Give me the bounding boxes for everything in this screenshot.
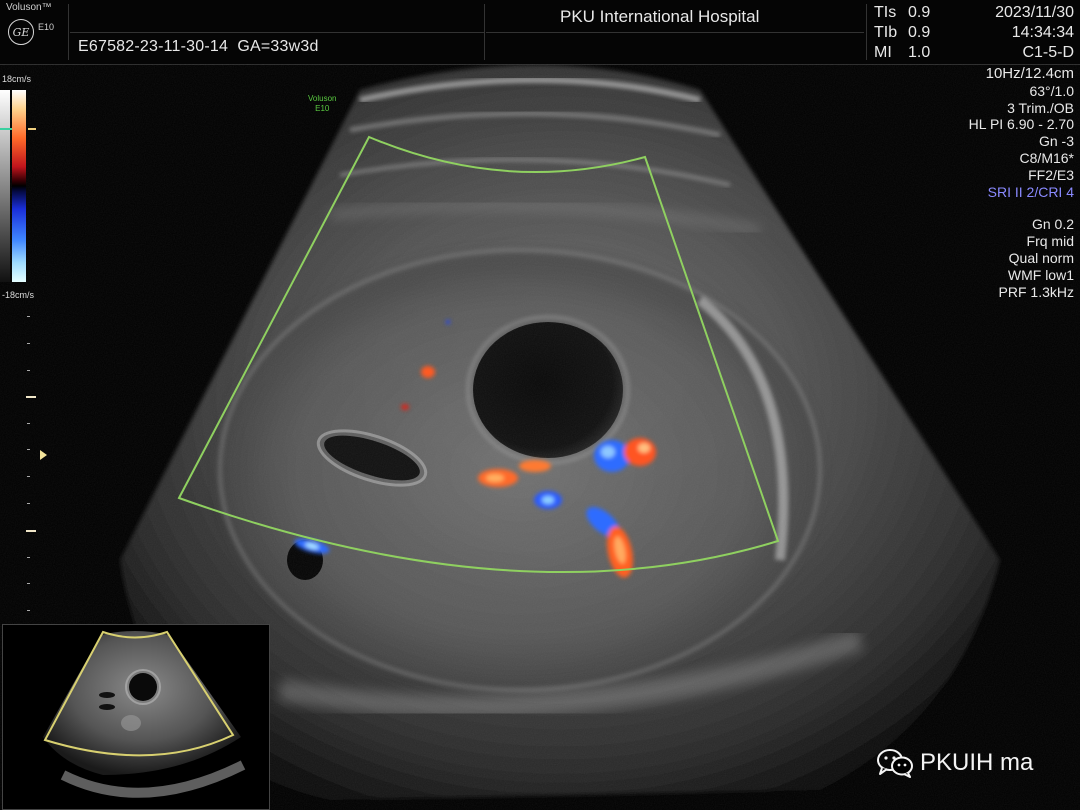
index-tib: TIb 0.9 xyxy=(874,24,930,42)
header-divider xyxy=(68,4,69,60)
param-quality: Qual norm xyxy=(1008,249,1074,266)
depth-tick xyxy=(27,557,30,558)
index-value: 0.9 xyxy=(908,4,931,21)
brand-label: Voluson™ xyxy=(6,2,52,13)
depth-tick xyxy=(27,476,30,477)
index-mi: MI 1.0 xyxy=(874,44,930,62)
model-label: E10 xyxy=(38,22,55,32)
depth-tick-major xyxy=(26,396,36,398)
logo: Voluson™ GE E10 xyxy=(4,2,64,60)
exam-time: 14:34:34 xyxy=(1011,24,1074,41)
param-frequency: Frq mid xyxy=(1026,233,1074,250)
probe-name: C1-5-D xyxy=(1022,44,1074,61)
param-ff: FF2/E3 xyxy=(1028,166,1074,183)
header-divider xyxy=(484,4,485,60)
depth-tick xyxy=(27,343,30,344)
depth-tick xyxy=(27,610,30,611)
depth-tick xyxy=(27,449,30,450)
depth-tick xyxy=(27,503,30,504)
param-preset: 3 Trim./OB xyxy=(1007,99,1074,116)
focus-marker-icon xyxy=(40,450,47,460)
header-divider xyxy=(486,32,864,33)
grayscale-bar xyxy=(0,90,10,282)
colorbar-max-label: 18cm/s xyxy=(2,74,32,84)
index-value: 1.0 xyxy=(908,44,931,61)
depth-tick xyxy=(27,583,30,584)
hospital-name: PKU International Hospital xyxy=(560,7,760,26)
index-tis: TIs 0.9 xyxy=(874,4,930,22)
index-label: TIs xyxy=(874,4,897,21)
depth-tick xyxy=(27,423,30,424)
account-name: PKUIH ma xyxy=(920,749,1034,776)
header-divider xyxy=(866,4,867,60)
reference-thumbnail xyxy=(2,624,270,810)
param-hl-pi: HL PI 6.90 - 2.70 xyxy=(968,116,1074,133)
param-sri: SRI II 2/CRI 4 xyxy=(987,183,1074,200)
param-prf: PRF 1.3kHz xyxy=(998,283,1074,300)
patient-id: E67582-23-11-30-14 xyxy=(78,38,229,55)
header-bar: Voluson™ GE E10 E67582-23-11-30-14 GA=33… xyxy=(0,0,1080,65)
depth-tick xyxy=(27,316,30,317)
colorbar-min-label: -18cm/s xyxy=(2,290,35,300)
gestational-age: GA=33w3d xyxy=(237,38,319,55)
thumbnail-image xyxy=(43,630,246,798)
index-value: 0.9 xyxy=(908,24,931,41)
patient-info: E67582-23-11-30-14 GA=33w3d xyxy=(78,38,319,56)
index-label: MI xyxy=(874,44,892,61)
colorbar-cursor xyxy=(0,128,12,130)
color-velocity-bar xyxy=(12,90,26,282)
exam-date: 2023/11/30 xyxy=(995,4,1074,21)
watermark-line2: E10 xyxy=(315,104,330,113)
param-frame: 10Hz/12.4cm xyxy=(985,65,1074,82)
depth-tick-major xyxy=(26,530,36,532)
depth-tick xyxy=(27,370,30,371)
ge-logo-icon: GE xyxy=(8,19,34,45)
param-gain: Gn -3 xyxy=(1038,133,1074,150)
watermark-line1: Voluson xyxy=(308,94,337,103)
param-wmf: WMF low1 xyxy=(1007,266,1074,283)
wechat-icon xyxy=(877,749,913,778)
image-watermark: Voluson E10 xyxy=(308,94,336,114)
wechat-watermark: PKUIH ma xyxy=(876,748,1033,778)
colorbar-marker xyxy=(28,128,36,130)
parameter-panel: 10Hz/12.4cm 63°/1.0 3 Trim./OB HL PI 6.9… xyxy=(968,65,1074,300)
param-cm: C8/M16* xyxy=(1019,149,1074,166)
param-color-gain: Gn 0.2 xyxy=(1031,216,1074,233)
header-divider xyxy=(70,32,484,33)
param-angle: 63°/1.0 xyxy=(1029,82,1074,99)
index-label: TIb xyxy=(874,24,898,41)
